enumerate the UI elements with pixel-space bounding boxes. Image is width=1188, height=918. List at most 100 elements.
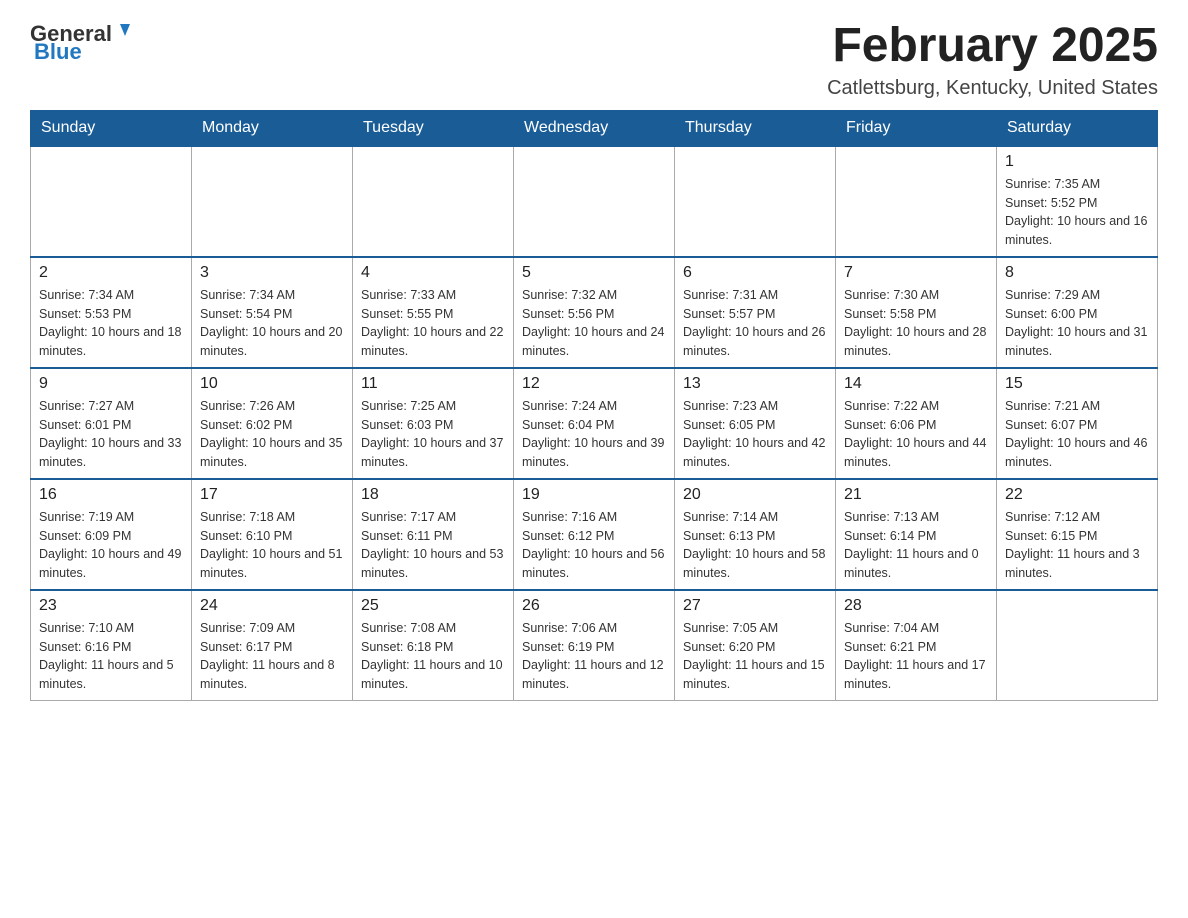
calendar-week-2: 2 Sunrise: 7:34 AMSunset: 5:53 PMDaylight… xyxy=(31,257,1158,368)
calendar-cell: 17Sunrise: 7:18 AMSunset: 6:10 PMDayligh… xyxy=(192,479,353,590)
calendar-cell: 16Sunrise: 7:19 AMSunset: 6:09 PMDayligh… xyxy=(31,479,192,590)
calendar-cell xyxy=(192,146,353,257)
location-title: Catlettsburg, Kentucky, United States xyxy=(827,77,1158,100)
day-number: 22 xyxy=(1005,486,1149,504)
day-info: Sunrise: 7:26 AMSunset: 6:02 PMDaylight:… xyxy=(200,397,344,472)
calendar-cell: 10 Sunrise: 7:26 AMSunset: 6:02 PMDayligh… xyxy=(192,368,353,479)
calendar-cell xyxy=(31,146,192,257)
day-number: 15 xyxy=(1005,375,1149,393)
calendar-cell xyxy=(997,590,1158,701)
page-header: General Blue February 2025 Catlettsburg,… xyxy=(30,20,1158,100)
calendar-cell xyxy=(353,146,514,257)
day-number: 21 xyxy=(844,486,988,504)
calendar-cell: 23Sunrise: 7:10 AMSunset: 6:16 PMDayligh… xyxy=(31,590,192,701)
day-number: 5 xyxy=(522,264,666,282)
day-info: Sunrise: 7:17 AMSunset: 6:11 PMDaylight:… xyxy=(361,508,505,583)
calendar-week-4: 16Sunrise: 7:19 AMSunset: 6:09 PMDayligh… xyxy=(31,479,1158,590)
calendar-cell: 15 Sunrise: 7:21 AMSunset: 6:07 PMDayligh… xyxy=(997,368,1158,479)
day-number: 20 xyxy=(683,486,827,504)
day-number: 19 xyxy=(522,486,666,504)
day-info: Sunrise: 7:10 AMSunset: 6:16 PMDaylight:… xyxy=(39,619,183,694)
calendar-table: SundayMondayTuesdayWednesdayThursdayFrid… xyxy=(30,110,1158,701)
day-info: Sunrise: 7:34 AMSunset: 5:54 PMDaylight:… xyxy=(200,286,344,361)
calendar-cell xyxy=(675,146,836,257)
day-number: 13 xyxy=(683,375,827,393)
calendar-cell: 12 Sunrise: 7:24 AMSunset: 6:04 PMDayligh… xyxy=(514,368,675,479)
day-info: Sunrise: 7:21 AMSunset: 6:07 PMDaylight:… xyxy=(1005,397,1149,472)
day-info: Sunrise: 7:25 AMSunset: 6:03 PMDaylight:… xyxy=(361,397,505,472)
day-info: Sunrise: 7:08 AMSunset: 6:18 PMDaylight:… xyxy=(361,619,505,694)
day-number: 24 xyxy=(200,597,344,615)
calendar-cell: 20 Sunrise: 7:14 AMSunset: 6:13 PMDayligh… xyxy=(675,479,836,590)
day-number: 28 xyxy=(844,597,988,615)
calendar-cell: 13 Sunrise: 7:23 AMSunset: 6:05 PMDayligh… xyxy=(675,368,836,479)
day-info: Sunrise: 7:27 AMSunset: 6:01 PMDaylight:… xyxy=(39,397,183,472)
calendar-week-1: 1Sunrise: 7:35 AMSunset: 5:52 PMDaylight… xyxy=(31,146,1158,257)
day-info: Sunrise: 7:16 AMSunset: 6:12 PMDaylight:… xyxy=(522,508,666,583)
calendar-cell: 8Sunrise: 7:29 AMSunset: 6:00 PMDaylight… xyxy=(997,257,1158,368)
day-number: 7 xyxy=(844,264,988,282)
day-info: Sunrise: 7:06 AMSunset: 6:19 PMDaylight:… xyxy=(522,619,666,694)
day-number: 25 xyxy=(361,597,505,615)
calendar-cell: 28 Sunrise: 7:04 AMSunset: 6:21 PMDayligh… xyxy=(836,590,997,701)
calendar-cell: 27 Sunrise: 7:05 AMSunset: 6:20 PMDayligh… xyxy=(675,590,836,701)
calendar-cell: 19 Sunrise: 7:16 AMSunset: 6:12 PMDayligh… xyxy=(514,479,675,590)
weekday-header-saturday: Saturday xyxy=(997,110,1158,146)
day-number: 14 xyxy=(844,375,988,393)
day-info: Sunrise: 7:33 AMSunset: 5:55 PMDaylight:… xyxy=(361,286,505,361)
calendar-cell: 9 Sunrise: 7:27 AMSunset: 6:01 PMDaylight… xyxy=(31,368,192,479)
calendar-cell xyxy=(836,146,997,257)
day-info: Sunrise: 7:30 AMSunset: 5:58 PMDaylight:… xyxy=(844,286,988,361)
calendar-cell: 6Sunrise: 7:31 AMSunset: 5:57 PMDaylight… xyxy=(675,257,836,368)
day-number: 2 xyxy=(39,264,183,282)
calendar-cell: 26Sunrise: 7:06 AMSunset: 6:19 PMDayligh… xyxy=(514,590,675,701)
day-info: Sunrise: 7:22 AMSunset: 6:06 PMDaylight:… xyxy=(844,397,988,472)
day-info: Sunrise: 7:13 AMSunset: 6:14 PMDaylight:… xyxy=(844,508,988,583)
calendar-cell: 22Sunrise: 7:12 AMSunset: 6:15 PMDayligh… xyxy=(997,479,1158,590)
day-info: Sunrise: 7:29 AMSunset: 6:00 PMDaylight:… xyxy=(1005,286,1149,361)
calendar-cell xyxy=(514,146,675,257)
calendar-week-5: 23Sunrise: 7:10 AMSunset: 6:16 PMDayligh… xyxy=(31,590,1158,701)
calendar-cell: 18 Sunrise: 7:17 AMSunset: 6:11 PMDayligh… xyxy=(353,479,514,590)
calendar-cell: 11Sunrise: 7:25 AMSunset: 6:03 PMDayligh… xyxy=(353,368,514,479)
day-info: Sunrise: 7:19 AMSunset: 6:09 PMDaylight:… xyxy=(39,508,183,583)
day-number: 3 xyxy=(200,264,344,282)
calendar-cell: 14 Sunrise: 7:22 AMSunset: 6:06 PMDayligh… xyxy=(836,368,997,479)
day-info: Sunrise: 7:31 AMSunset: 5:57 PMDaylight:… xyxy=(683,286,827,361)
month-title: February 2025 xyxy=(827,20,1158,73)
day-info: Sunrise: 7:24 AMSunset: 6:04 PMDaylight:… xyxy=(522,397,666,472)
day-info: Sunrise: 7:04 AMSunset: 6:21 PMDaylight:… xyxy=(844,619,988,694)
day-info: Sunrise: 7:23 AMSunset: 6:05 PMDaylight:… xyxy=(683,397,827,472)
day-number: 18 xyxy=(361,486,505,504)
day-number: 12 xyxy=(522,375,666,393)
calendar-cell: 2 Sunrise: 7:34 AMSunset: 5:53 PMDaylight… xyxy=(31,257,192,368)
calendar-cell: 4 Sunrise: 7:33 AMSunset: 5:55 PMDaylight… xyxy=(353,257,514,368)
calendar-cell: 24 Sunrise: 7:09 AMSunset: 6:17 PMDayligh… xyxy=(192,590,353,701)
day-number: 10 xyxy=(200,375,344,393)
calendar-cell: 7 Sunrise: 7:30 AMSunset: 5:58 PMDaylight… xyxy=(836,257,997,368)
calendar-cell: 5 Sunrise: 7:32 AMSunset: 5:56 PMDaylight… xyxy=(514,257,675,368)
weekday-header-row: SundayMondayTuesdayWednesdayThursdayFrid… xyxy=(31,110,1158,146)
logo-text-blue: Blue xyxy=(34,39,82,65)
day-info: Sunrise: 7:32 AMSunset: 5:56 PMDaylight:… xyxy=(522,286,666,361)
day-number: 17 xyxy=(200,486,344,504)
calendar-cell: 3 Sunrise: 7:34 AMSunset: 5:54 PMDaylight… xyxy=(192,257,353,368)
logo: General Blue xyxy=(30,20,136,65)
calendar-cell: 21 Sunrise: 7:13 AMSunset: 6:14 PMDayligh… xyxy=(836,479,997,590)
day-info: Sunrise: 7:34 AMSunset: 5:53 PMDaylight:… xyxy=(39,286,183,361)
day-number: 9 xyxy=(39,375,183,393)
logo-arrow-icon xyxy=(114,20,136,42)
day-info: Sunrise: 7:14 AMSunset: 6:13 PMDaylight:… xyxy=(683,508,827,583)
weekday-header-friday: Friday xyxy=(836,110,997,146)
calendar-cell: 25 Sunrise: 7:08 AMSunset: 6:18 PMDayligh… xyxy=(353,590,514,701)
weekday-header-thursday: Thursday xyxy=(675,110,836,146)
day-number: 1 xyxy=(1005,153,1149,171)
weekday-header-monday: Monday xyxy=(192,110,353,146)
day-number: 27 xyxy=(683,597,827,615)
calendar-week-3: 9 Sunrise: 7:27 AMSunset: 6:01 PMDaylight… xyxy=(31,368,1158,479)
day-info: Sunrise: 7:05 AMSunset: 6:20 PMDaylight:… xyxy=(683,619,827,694)
day-number: 4 xyxy=(361,264,505,282)
weekday-header-sunday: Sunday xyxy=(31,110,192,146)
day-info: Sunrise: 7:09 AMSunset: 6:17 PMDaylight:… xyxy=(200,619,344,694)
weekday-header-tuesday: Tuesday xyxy=(353,110,514,146)
